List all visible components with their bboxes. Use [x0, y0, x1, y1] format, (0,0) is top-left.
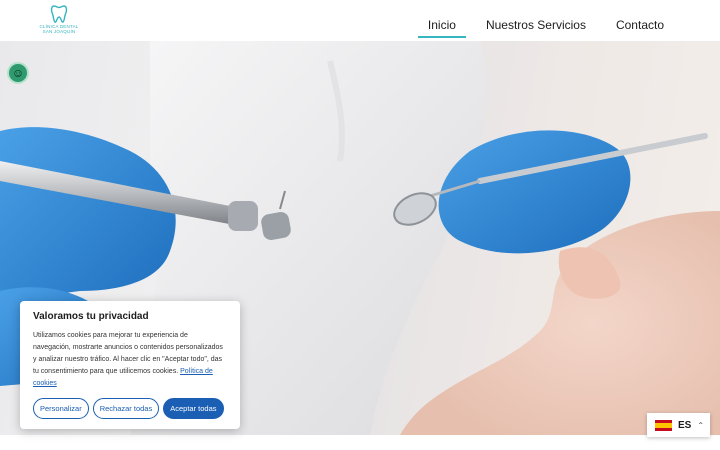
language-switcher[interactable]: ES ⌃	[647, 413, 710, 437]
site-header: CLÍNICA DENTAL SAN JOAQUÍN Inicio Nuestr…	[0, 0, 720, 41]
accessibility-button[interactable]: ☺	[7, 62, 29, 84]
page: CLÍNICA DENTAL SAN JOAQUÍN Inicio Nuestr…	[0, 0, 720, 450]
cookie-title: Valoramos tu privacidad	[33, 311, 149, 322]
customize-button[interactable]: Personalizar	[33, 398, 89, 419]
page-below-hero	[0, 435, 720, 450]
accept-all-button[interactable]: Aceptar todas	[163, 398, 224, 419]
chevron-up-icon: ⌃	[697, 420, 705, 430]
tooth-icon	[50, 5, 68, 23]
main-nav: Inicio Nuestros Servicios Contacto	[417, 0, 674, 41]
cookie-description: Utilizamos cookies para mejorar tu exper…	[33, 330, 227, 390]
nav-item-servicios[interactable]: Nuestros Servicios	[476, 5, 596, 37]
logo[interactable]: CLÍNICA DENTAL SAN JOAQUÍN	[36, 4, 82, 38]
cookie-buttons: Personalizar Rechazar todas Aceptar toda…	[33, 398, 224, 419]
accessibility-icon: ☺	[11, 66, 25, 80]
reject-all-button[interactable]: Rechazar todas	[92, 398, 160, 419]
logo-text-line2: SAN JOAQUÍN	[42, 29, 76, 34]
spain-flag-icon	[655, 419, 672, 431]
nav-item-inicio[interactable]: Inicio	[417, 5, 466, 38]
cookie-consent-banner: Valoramos tu privacidad Utilizamos cooki…	[20, 301, 240, 429]
nav-item-contacto[interactable]: Contacto	[606, 5, 674, 37]
language-code: ES	[678, 419, 692, 431]
